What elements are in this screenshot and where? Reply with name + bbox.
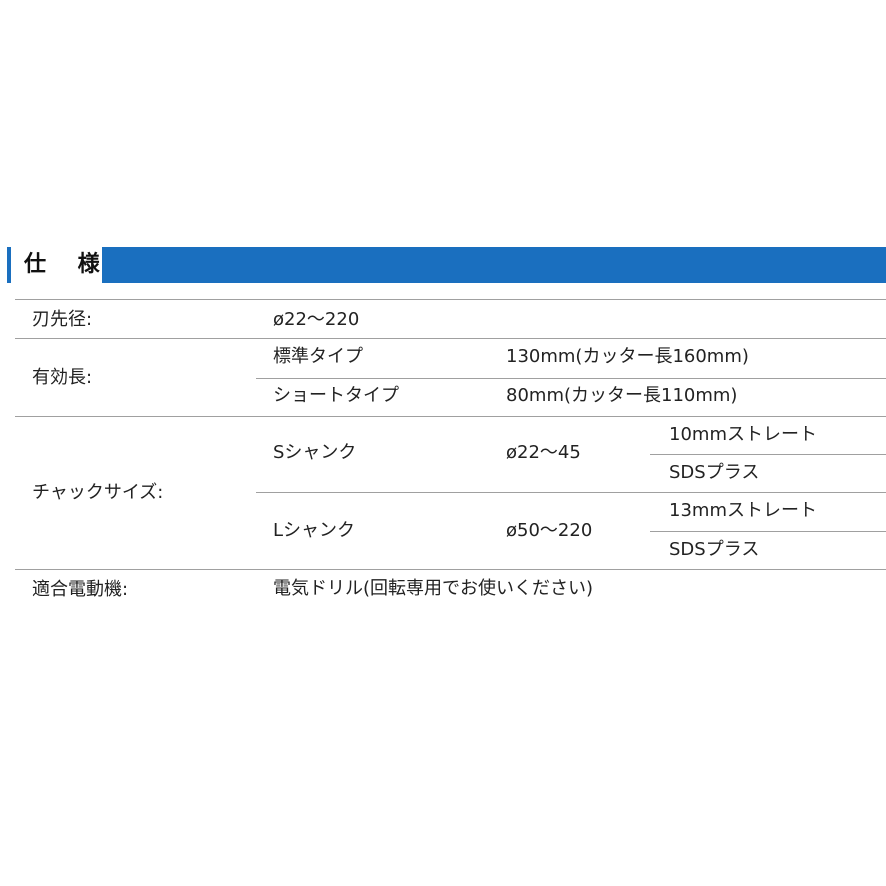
section-header: 仕 様 xyxy=(7,247,886,283)
section-title: 仕 様 xyxy=(24,252,112,277)
blade-diameter-value: ø22～220 xyxy=(273,309,360,330)
l-shank-option-straight: 13mmストレート xyxy=(669,500,817,521)
table-rule-after-effective xyxy=(15,416,886,417)
header-accent-bar xyxy=(7,247,11,283)
table-rule-chuck-inner xyxy=(256,492,886,493)
header-blue-bar xyxy=(102,247,886,283)
table-rule-top xyxy=(15,299,886,300)
compatible-tool-value: 電気ドリル(回転専用でお使いください) xyxy=(273,578,594,599)
compatible-tool-label: 適合電動機: xyxy=(32,579,129,600)
table-rule-effective-inner xyxy=(256,378,886,379)
s-shank-option-sds: SDSプラス xyxy=(669,462,760,483)
s-shank-label: Sシャンク xyxy=(273,442,357,463)
header-title-box: 仕 様 xyxy=(13,247,101,283)
l-shank-option-sds: SDSプラス xyxy=(669,539,760,560)
effective-standard-value: 130mm(カッター長160mm) xyxy=(506,346,749,367)
effective-short-value: 80mm(カッター長110mm) xyxy=(506,385,738,406)
s-shank-option-straight: 10mmストレート xyxy=(669,424,817,445)
table-rule-after-chuck xyxy=(15,569,886,570)
blade-diameter-label: 刃先径: xyxy=(32,309,93,330)
table-rule-s-options xyxy=(650,454,886,455)
effective-standard-type: 標準タイプ xyxy=(273,346,363,367)
l-shank-label: Lシャンク xyxy=(273,520,356,541)
l-shank-range: ø50～220 xyxy=(506,520,593,541)
effective-short-type: ショートタイプ xyxy=(273,385,399,406)
s-shank-range: ø22～45 xyxy=(506,442,581,463)
spec-page: 仕 様 刃先径: ø22～220 有効長: 標準タイプ 130mm(カッター長1… xyxy=(0,0,886,886)
effective-length-label: 有効長: xyxy=(32,367,93,388)
chuck-size-label: チャックサイズ: xyxy=(32,482,164,503)
table-rule-after-diameter xyxy=(15,338,886,339)
table-rule-l-options xyxy=(650,531,886,532)
